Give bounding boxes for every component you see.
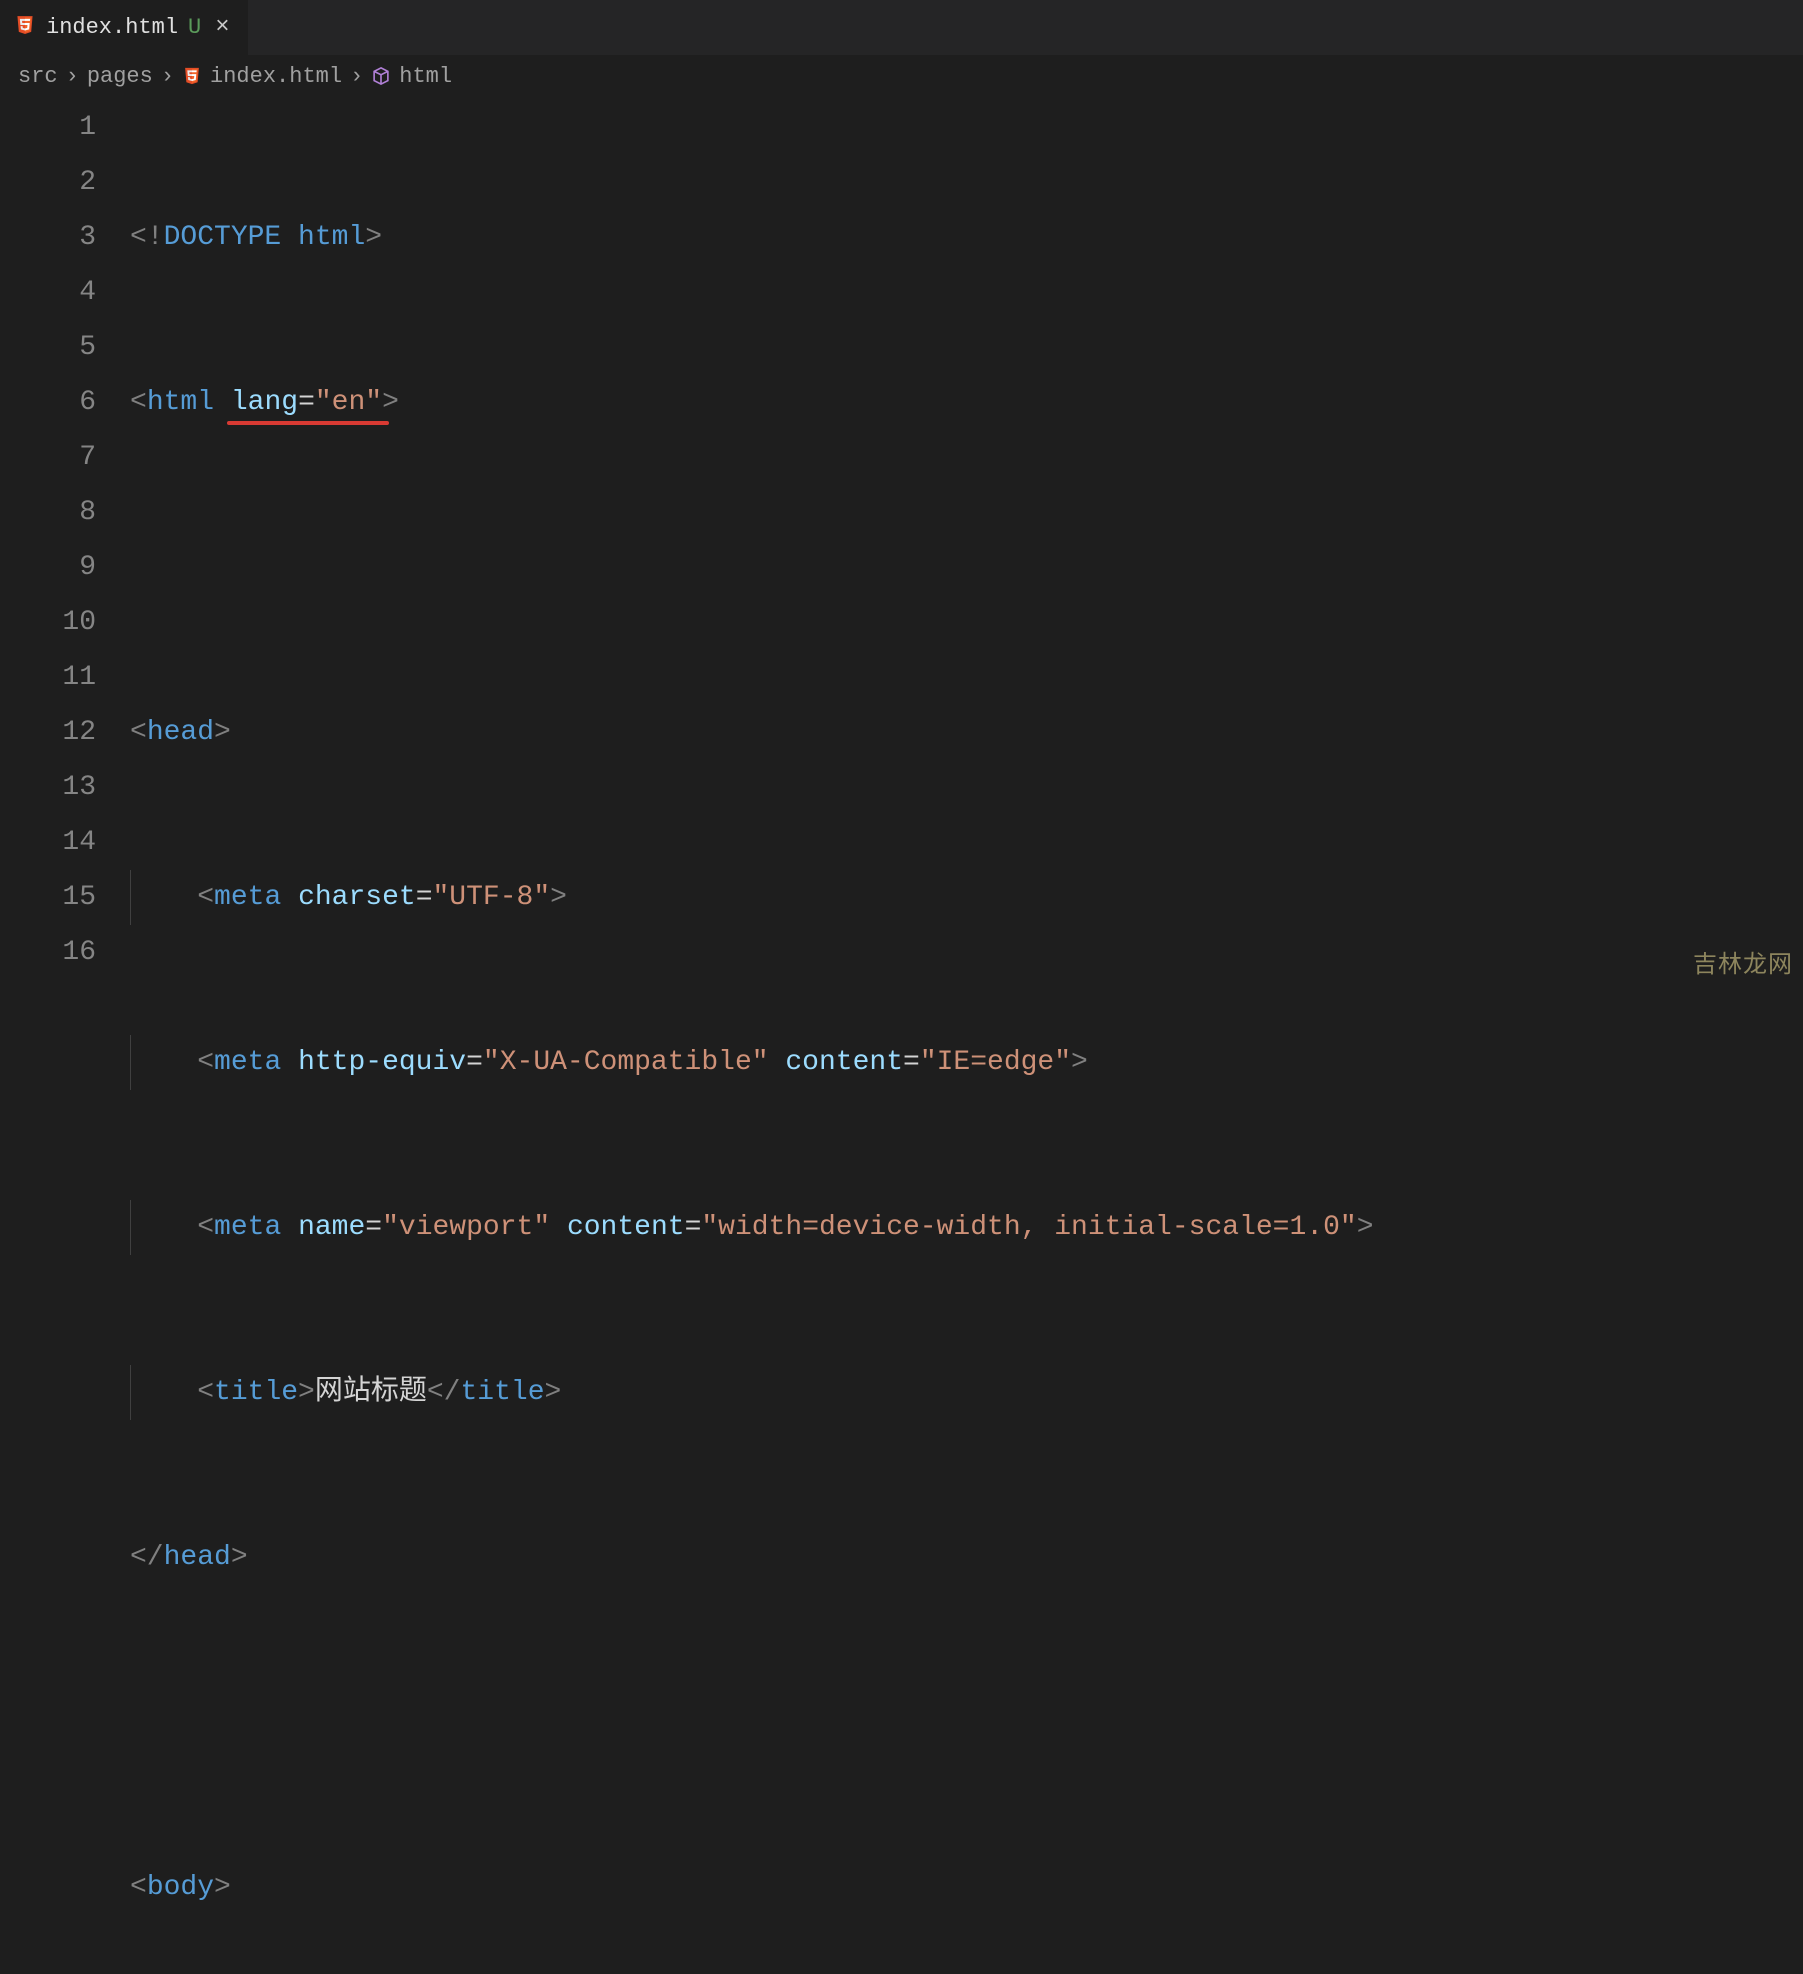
- line-number: 15: [0, 870, 96, 925]
- line-number: 3: [0, 210, 96, 265]
- line-number: 8: [0, 485, 96, 540]
- code-line: [130, 540, 1803, 595]
- breadcrumb-item[interactable]: html: [399, 64, 452, 89]
- html5-icon: [14, 14, 36, 41]
- code-line: <meta name="viewport" content="width=dev…: [130, 1200, 1803, 1255]
- line-number: 16: [0, 925, 96, 980]
- line-number: 5: [0, 320, 96, 375]
- symbol-icon: [371, 63, 391, 90]
- breadcrumb-item[interactable]: src: [18, 64, 58, 89]
- chevron-right-icon: ›: [350, 64, 363, 89]
- breadcrumb-item[interactable]: pages: [87, 64, 153, 89]
- code-line: [130, 1695, 1803, 1750]
- line-number: 13: [0, 760, 96, 815]
- tab-modified-indicator: U: [188, 15, 201, 40]
- code-line: <title>网站标题</title>: [130, 1365, 1803, 1420]
- code-line: </head>: [130, 1530, 1803, 1585]
- watermark: 吉林龙网: [1693, 944, 1793, 979]
- line-number: 10: [0, 595, 96, 650]
- line-number: 7: [0, 430, 96, 485]
- line-number: 6: [0, 375, 96, 430]
- tab-index-html[interactable]: index.html U ×: [0, 0, 249, 55]
- line-number: 1: [0, 100, 96, 155]
- code-editor[interactable]: 1 2 3 4 5 6 7 8 9 10 11 12 13 14 15 16 <…: [0, 100, 1803, 1974]
- tab-bar: index.html U ×: [0, 0, 1803, 55]
- line-number: 4: [0, 265, 96, 320]
- breadcrumb-item[interactable]: index.html: [210, 64, 342, 89]
- chevron-right-icon: ›: [161, 64, 174, 89]
- code-line: <meta http-equiv="X-UA-Compatible" conte…: [130, 1035, 1803, 1090]
- line-number: 2: [0, 155, 96, 210]
- line-number: 11: [0, 650, 96, 705]
- code-line: <meta charset="UTF-8">: [130, 870, 1803, 925]
- line-number-gutter: 1 2 3 4 5 6 7 8 9 10 11 12 13 14 15 16: [0, 100, 130, 1974]
- code-area[interactable]: <!DOCTYPE html> <html lang="en"> <head> …: [130, 100, 1803, 1974]
- code-line: <head>: [130, 705, 1803, 760]
- code-line: <!DOCTYPE html>: [130, 210, 1803, 265]
- line-number: 14: [0, 815, 96, 870]
- code-line: <html lang="en">: [130, 375, 1803, 430]
- annotation-underline: [227, 421, 389, 425]
- html5-icon: [182, 63, 202, 90]
- breadcrumb: src › pages › index.html › html: [0, 55, 1803, 100]
- line-number: 12: [0, 705, 96, 760]
- line-number: 9: [0, 540, 96, 595]
- chevron-right-icon: ›: [66, 64, 79, 89]
- code-line: <body>: [130, 1860, 1803, 1915]
- tab-label: index.html: [46, 15, 178, 40]
- close-icon[interactable]: ×: [211, 14, 233, 41]
